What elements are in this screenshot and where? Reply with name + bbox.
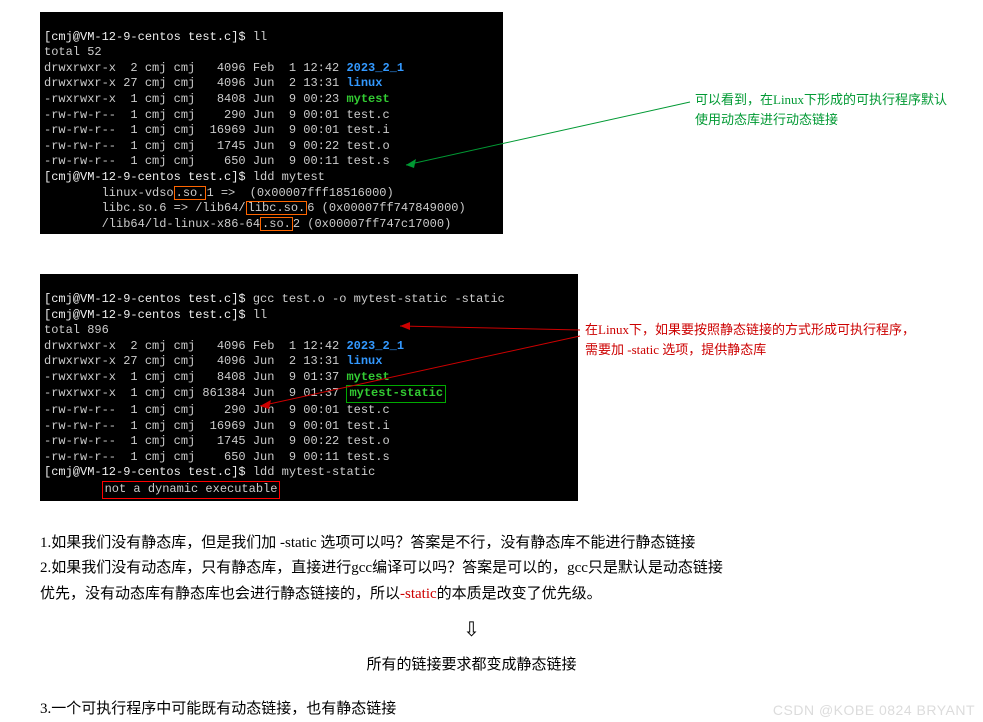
para-1: 1.如果我们没有静态库，但是我们加 -static 选项可以吗？答案是不行，没有…: [40, 531, 983, 557]
output-line: drwxrwxr-x 2 cmj cmj 4096 Feb 1 12:42: [44, 339, 346, 353]
output-line: total 52: [44, 45, 102, 59]
output-line: -rw-rw-r-- 1 cmj cmj 16969 Jun 9 00:01 t…: [44, 419, 390, 433]
output-line: -rw-rw-r-- 1 cmj cmj 290 Jun 9 00:01 tes…: [44, 403, 390, 417]
cmd: ldd mytest: [253, 170, 325, 184]
cmd: ldd mytest-static: [253, 465, 375, 479]
anno-line: 可以看到，在Linux下形成的可执行程序默认: [695, 90, 947, 110]
output-line: drwxrwxr-x 27 cmj cmj 4096 Jun 2 13:31: [44, 354, 346, 368]
exe-name: mytest: [346, 370, 389, 384]
annotation-green: 可以看到，在Linux下形成的可执行程序默认 使用动态库进行动态链接: [695, 90, 947, 129]
output-line: drwxrwxr-x 2 cmj cmj 4096 Feb 1 12:42: [44, 61, 346, 75]
watermark: CSDN @KOBE 0824 BRYANT: [773, 702, 975, 718]
arrow-down-icon: ⇩: [0, 613, 983, 647]
output-line: libc.so.6 => /lib64/: [44, 201, 246, 215]
output-line: total 896: [44, 323, 109, 337]
output-line: -rwxrwxr-x 1 cmj cmj 8408 Jun 9 01:37: [44, 370, 346, 384]
so-highlight: .so.: [174, 186, 207, 200]
center-conclusion: 所有的链接要求都变成静态链接: [0, 653, 983, 679]
output-line: -rw-rw-r-- 1 cmj cmj 16969 Jun 9 00:01 t…: [44, 123, 390, 137]
prompt: [cmj@VM-12-9-centos test.c]$: [44, 30, 253, 44]
dir-name: 2023_2_1: [346, 339, 404, 353]
so-highlight: .so.: [260, 217, 293, 231]
dir-name: linux: [346, 354, 382, 368]
anno-line: 使用动态库进行动态链接: [695, 110, 947, 130]
exe-name-boxed: mytest-static: [346, 385, 446, 403]
annotation-red: 在Linux下，如果要按照静态链接的方式形成可执行程序， 需要加 -static…: [585, 320, 915, 359]
output-line: 1 => (0x00007fff18516000): [206, 186, 393, 200]
para-2a: 2.如果我们没有动态库，只有静态库，直接进行gcc编译可以吗？答案是可以的，gc…: [40, 556, 983, 582]
terminal-2: [cmj@VM-12-9-centos test.c]$ gcc test.o …: [40, 274, 578, 500]
prompt: [cmj@VM-12-9-centos test.c]$: [44, 170, 253, 184]
output-line: -rw-rw-r-- 1 cmj cmj 290 Jun 9 00:01 tes…: [44, 108, 390, 122]
anno-line: 在Linux下，如果要按照静态链接的方式形成可执行程序，: [585, 320, 915, 340]
output-line: -rwxrwxr-x 1 cmj cmj 861384 Jun 9 01:37: [44, 386, 346, 400]
prompt: [cmj@VM-12-9-centos test.c]$: [44, 308, 253, 322]
explanation-block: 1.如果我们没有静态库，但是我们加 -static 选项可以吗？答案是不行，没有…: [40, 531, 983, 722]
output-line: -rw-rw-r-- 1 cmj cmj 650 Jun 9 00:11 tes…: [44, 450, 390, 464]
not-dynamic-box: not a dynamic executable: [102, 481, 281, 499]
output-line: -rw-rw-r-- 1 cmj cmj 1745 Jun 9 00:22 te…: [44, 139, 390, 153]
output-line: -rwxrwxr-x 1 cmj cmj 8408 Jun 9 00:23: [44, 92, 346, 106]
static-keyword: -static: [400, 586, 437, 602]
anno-line: 需要加 -static 选项，提供静态库: [585, 340, 915, 360]
output-line: -rw-rw-r-- 1 cmj cmj 650 Jun 9 00:11 tes…: [44, 154, 390, 168]
output-line: 6 (0x00007ff747849000): [307, 201, 465, 215]
cmd: gcc test.o -o mytest-static -static: [253, 292, 505, 306]
para-2b-a: 优先，没有动态库有静态库也会进行静态链接的，所以: [40, 586, 400, 602]
para-2b-c: 的本质是改变了优先级。: [437, 586, 602, 602]
dir-name: 2023_2_1: [346, 61, 404, 75]
output-line: 2 (0x00007ff747c17000): [293, 217, 451, 231]
output-line: /lib64/ld-linux-x86-64: [44, 217, 260, 231]
terminal-1: [cmj@VM-12-9-centos test.c]$ ll total 52…: [40, 12, 503, 234]
prompt: [cmj@VM-12-9-centos test.c]$: [44, 465, 253, 479]
cmd: ll: [253, 308, 267, 322]
output-line: drwxrwxr-x 27 cmj cmj 4096 Jun 2 13:31: [44, 76, 346, 90]
output-line: linux-vdso: [44, 186, 174, 200]
cmd: ll: [253, 30, 267, 44]
exe-name: mytest: [346, 92, 389, 106]
so-highlight: libc.so.: [246, 201, 308, 215]
dir-name: linux: [346, 76, 382, 90]
output-line: -rw-rw-r-- 1 cmj cmj 1745 Jun 9 00:22 te…: [44, 434, 390, 448]
prompt: [cmj@VM-12-9-centos test.c]$: [44, 292, 253, 306]
para-2b: 优先，没有动态库有静态库也会进行静态链接的，所以-static的本质是改变了优先…: [40, 582, 983, 608]
